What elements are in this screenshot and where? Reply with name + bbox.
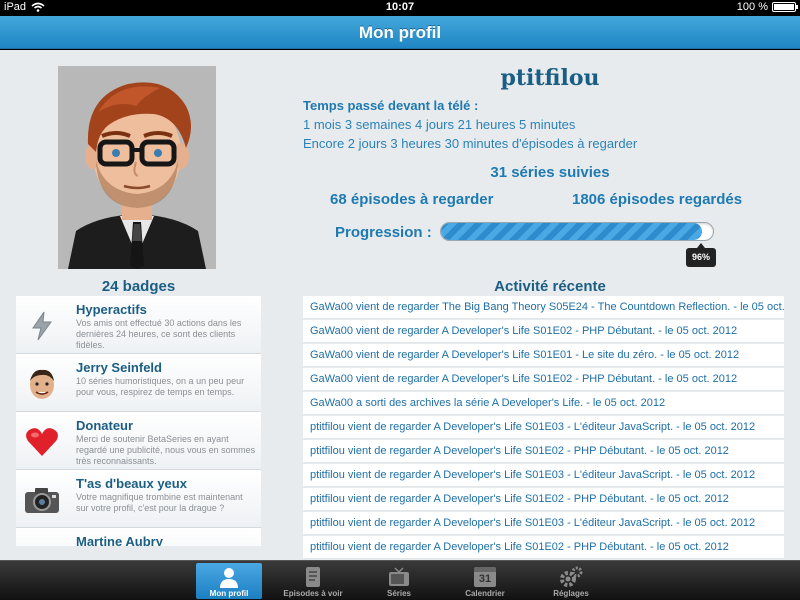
- calendar-icon: 31: [452, 566, 518, 588]
- episodes-watched-count: 1806 épisodes regardés: [572, 191, 743, 208]
- avatar: [58, 66, 216, 269]
- tab-episodes-a-voir[interactable]: Episodes à voir: [280, 563, 346, 599]
- tab-series[interactable]: Séries: [366, 563, 432, 599]
- episodes-to-watch-count: 68 épisodes à regarder: [330, 191, 494, 208]
- progress-bar-fill: [441, 223, 703, 240]
- heart-icon: [24, 424, 60, 460]
- tab-label: Séries: [386, 589, 412, 598]
- activity-item[interactable]: GaWa00 a sorti des archives la série A D…: [303, 392, 784, 415]
- tab-calendrier[interactable]: 31 Calendrier: [452, 563, 518, 599]
- camera-icon: [24, 482, 60, 518]
- calendar-day: 31: [478, 573, 492, 585]
- tab-label: Episodes à voir: [283, 589, 343, 598]
- tab-mon-profil[interactable]: Mon profil: [196, 563, 262, 599]
- tv-time-spent: 1 mois 3 semaines 4 jours 21 heures 5 mi…: [303, 117, 576, 132]
- tab-bar: Mon profil Episodes à voir Séries 31 Cal…: [0, 560, 800, 600]
- activity-item[interactable]: GaWa00 vient de regarder The Big Bang Th…: [303, 296, 784, 319]
- tab-reglages[interactable]: Réglages: [538, 563, 604, 599]
- tv-time-label: Temps passé devant la télé :: [303, 98, 479, 113]
- face-icon: [24, 540, 60, 546]
- status-time: 10:07: [385, 1, 415, 13]
- badge-title: Martine Aubry: [76, 534, 163, 546]
- activity-item[interactable]: ptitfilou vient de regarder A Developer'…: [303, 440, 784, 463]
- badge-description: Vos amis ont effectué 30 actions dans le…: [76, 318, 242, 350]
- progress-label: Progression :: [335, 224, 432, 241]
- tv-icon: [366, 566, 432, 588]
- lightning-icon: [24, 308, 60, 344]
- badge-item[interactable]: T'as d'beaux yeux Votre magnifique tromb…: [16, 470, 261, 528]
- tab-label: Mon profil: [209, 589, 249, 598]
- badge-title: Jerry Seinfeld: [76, 360, 162, 375]
- page-title: Mon profil: [358, 23, 442, 42]
- activity-item[interactable]: GaWa00 vient de regarder A Developer's L…: [303, 368, 784, 391]
- tv-time-remaining: Encore 2 jours 3 heures 30 minutes d'épi…: [303, 136, 638, 151]
- badge-description: 10 séries humoristiques, on a un peu peu…: [76, 376, 245, 397]
- username: ptitfilou: [500, 65, 600, 91]
- activity-item[interactable]: GaWa00 vient de regarder A Developer's L…: [303, 344, 784, 367]
- nav-bar: Mon profil: [0, 16, 800, 49]
- badge-title: Donateur: [76, 418, 134, 433]
- badge-title: T'as d'beaux yeux: [76, 476, 187, 491]
- badge-description: Votre magnifique trombine est maintenant…: [76, 492, 243, 513]
- tab-label: Calendrier: [465, 589, 505, 598]
- series-followed-count: 31 séries suivies: [490, 164, 610, 181]
- activity-item[interactable]: ptitfilou vient de regarder A Developer'…: [303, 416, 784, 439]
- badge-item[interactable]: Donateur Merci de soutenir BetaSeries en…: [16, 412, 261, 470]
- badge-description: Merci de soutenir BetaSeries en ayant re…: [76, 434, 256, 466]
- badge-item[interactable]: Jerry Seinfeld 10 séries humoristiques, …: [16, 354, 261, 412]
- badges-heading: 24 badges: [101, 278, 176, 295]
- gears-icon: [538, 566, 604, 588]
- badge-item[interactable]: Martine Aubry: [16, 528, 261, 546]
- progress-bar: [440, 222, 714, 241]
- badges-list[interactable]: Hyperactifs Vos amis ont effectué 30 act…: [16, 296, 261, 546]
- profile-content: ptitfilou Temps passé devant la télé : 1…: [0, 50, 800, 560]
- activity-heading: Activité récente: [494, 278, 606, 295]
- activity-item[interactable]: GaWa00 vient de regarder A Developer's L…: [303, 320, 784, 343]
- battery-icon: [772, 2, 798, 12]
- status-bar: iPad 10:07 100 %: [0, 0, 800, 16]
- badge-item[interactable]: Hyperactifs Vos amis ont effectué 30 act…: [16, 296, 261, 354]
- badge-title: Hyperactifs: [76, 302, 147, 317]
- tab-label: Réglages: [553, 589, 589, 598]
- activity-item[interactable]: ptitfilou vient de regarder A Developer'…: [303, 488, 784, 511]
- battery-percent: 100 %: [736, 1, 768, 13]
- progress-tooltip: 96%: [686, 243, 716, 267]
- activity-item[interactable]: ptitfilou vient de regarder A Developer'…: [303, 536, 784, 559]
- activity-item[interactable]: ptitfilou vient de regarder A Developer'…: [303, 464, 784, 487]
- activity-list[interactable]: GaWa00 vient de regarder The Big Bang Th…: [303, 296, 784, 560]
- script-list-icon: [280, 566, 346, 588]
- seinfeld-face-icon: [24, 366, 60, 402]
- activity-item[interactable]: ptitfilou vient de regarder A Developer'…: [303, 512, 784, 535]
- person-icon: [196, 566, 262, 588]
